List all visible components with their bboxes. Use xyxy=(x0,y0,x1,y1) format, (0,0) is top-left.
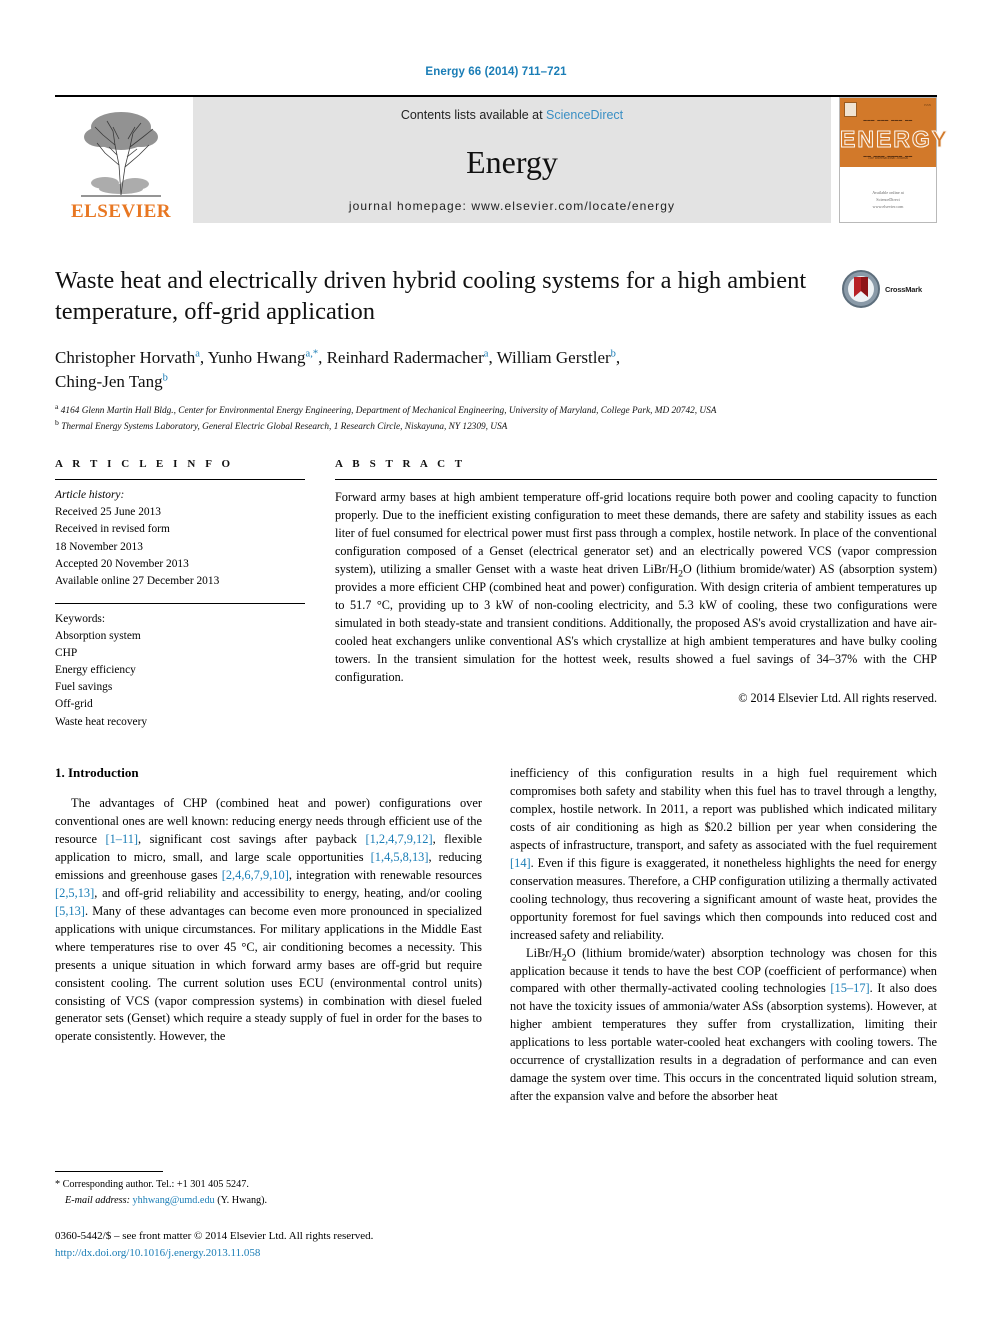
cover-tagline: The International Journal xyxy=(867,155,909,161)
right-text-b: . Even if this figure is exaggerated, it… xyxy=(510,855,937,942)
citation-ref[interactable]: [1,4,5,8,13] xyxy=(371,850,429,864)
keyword-item: Waste heat recovery xyxy=(55,715,148,728)
doi-link[interactable]: http://dx.doi.org/10.1016/j.energy.2013.… xyxy=(55,1245,475,1262)
contents-prefix: Contents lists available at xyxy=(400,108,547,122)
keyword-item: Absorption system xyxy=(55,630,141,643)
right2-text-a: LiBr/H xyxy=(526,945,562,960)
author-mark: a xyxy=(195,348,200,360)
intro-text-f: , and off-grid reliability and accessibi… xyxy=(94,885,482,900)
crossmark-badge[interactable]: CrossMark xyxy=(841,265,937,328)
keyword-item: Energy efficiency xyxy=(55,664,136,677)
intro-text-e: , integration with renewable resources xyxy=(288,867,483,882)
title-and-authors: Waste heat and electrically driven hybri… xyxy=(55,265,841,328)
title-block: Waste heat and electrically driven hybri… xyxy=(55,265,937,328)
journal-band: Contents lists available at ScienceDirec… xyxy=(193,97,831,223)
info-abstract-section: A R T I C L E I N F O Article history: R… xyxy=(55,458,937,730)
keyword-item: Fuel savings xyxy=(55,681,113,694)
cover-bottom-panel: Available online at ScienceDirect www.else… xyxy=(840,167,936,222)
journal-homepage[interactable]: journal homepage: www.elsevier.com/locat… xyxy=(349,199,675,213)
elsevier-logo: ELSEVIER xyxy=(55,97,187,223)
abstract-text: Forward army bases at high ambient tempe… xyxy=(335,480,937,686)
history-item: Available online 27 December 2013 xyxy=(55,574,220,587)
affiliation-b-text: Thermal Energy Systems Laboratory, Gener… xyxy=(61,422,508,433)
affiliation-mark-a: a xyxy=(55,401,59,411)
intro-paragraph-left: The advantages of CHP (combined heat and… xyxy=(55,795,482,1047)
intro-text-b: , significant cost savings after payback xyxy=(138,831,366,846)
history-item: Received 25 June 2013 xyxy=(55,506,161,519)
corresponding-line: * Corresponding author. Tel.: +1 301 405… xyxy=(55,1177,475,1192)
cover-top-panel: ISSN ▬▬▬ ▬▬▬ ▬▬▬ ▬▬ ENERGY ▬▬ ▬▬▬ ▬▬▬▬ ▬… xyxy=(840,98,950,168)
page-footer: * Corresponding author. Tel.: +1 301 405… xyxy=(55,1171,475,1261)
history-item: Received in revised form xyxy=(55,523,170,536)
issn-copyright-block: 0360-5442/$ – see front matter © 2014 El… xyxy=(55,1228,475,1261)
article-history-label: Article history: xyxy=(55,489,125,502)
sciencedirect-link[interactable]: ScienceDirect xyxy=(546,108,623,122)
page-title: Waste heat and electrically driven hybri… xyxy=(55,267,807,326)
journal-cover-thumbnail: ISSN ▬▬▬ ▬▬▬ ▬▬▬ ▬▬ ENERGY ▬▬ ▬▬▬ ▬▬▬▬ ▬… xyxy=(839,97,950,223)
abstract-part-2: O (lithium bromide/water) AS (absorption… xyxy=(335,562,938,684)
right2-text-c: . It also does not have the toxicity iss… xyxy=(510,981,937,1104)
citation-ref[interactable]: [1–11] xyxy=(105,832,138,846)
affiliation-mark-b: b xyxy=(55,418,59,428)
author-mark: a xyxy=(483,348,489,360)
citation-ref[interactable]: [1,2,4,7,9,12] xyxy=(365,832,432,846)
citation-ref[interactable]: [15–17] xyxy=(830,981,869,995)
keyword-item: Off-grid xyxy=(55,698,93,711)
author-mark: b xyxy=(162,372,168,384)
author-mark: a,* xyxy=(305,348,319,360)
paper-page: Energy 66 (2014) 711–721 ELSEVIER Conten… xyxy=(0,0,992,1323)
cover-issue-mini-text: ISSN xyxy=(924,103,931,107)
email-link[interactable]: yhhwang@umd.edu xyxy=(133,1195,215,1206)
corresponding-author-note: * Corresponding author. Tel.: +1 301 405… xyxy=(55,1177,475,1208)
article-info-column: A R T I C L E I N F O Article history: R… xyxy=(55,458,305,730)
history-item: Accepted 20 November 2013 xyxy=(55,557,189,570)
crossmark-icon xyxy=(842,270,880,308)
abstract-heading: A B S T R A C T xyxy=(335,458,466,471)
abstract-column: A B S T R A C T Forward army bases at hi… xyxy=(335,458,937,730)
footnote-rule xyxy=(55,1171,163,1173)
intro-paragraph-right-2: LiBr/H2O (lithium bromide/water) absorpt… xyxy=(510,945,937,1107)
body-column-left: 1. Introduction The advantages of CHP (c… xyxy=(55,765,482,1107)
cover-corner-mark xyxy=(844,102,857,117)
contents-available-line: Contents lists available at ScienceDirec… xyxy=(401,108,623,122)
journal-masthead: ELSEVIER Contents lists available at Sci… xyxy=(55,95,950,223)
author-list: Christopher Horvatha, Yunho Hwanga,*, Re… xyxy=(55,347,621,392)
cover-energy-wordmark: ENERGY xyxy=(840,126,950,153)
affiliation-b: b Thermal Energy Systems Laboratory, Gen… xyxy=(55,418,937,434)
intro-text-g: . Many of these advantages can become ev… xyxy=(55,903,482,1044)
email-label: E-mail address: xyxy=(65,1194,130,1206)
body-column-right: inefficiency of this configuration resul… xyxy=(510,765,937,1107)
crossmark-label: CrossMark xyxy=(885,285,922,294)
body-columns: 1. Introduction The advantages of CHP (c… xyxy=(55,765,937,1107)
keyword-item: CHP xyxy=(55,647,78,660)
section-heading-introduction: 1. Introduction xyxy=(55,764,139,780)
cover-publisher-text: Available online at ScienceDirect www.else… xyxy=(872,189,904,209)
citation-ref[interactable]: [5,13] xyxy=(55,904,85,918)
keywords-block: Keywords: Absorption system CHP Energy e… xyxy=(55,604,305,731)
affiliation-a-text: 4164 Glenn Martin Hall Bldg., Center for… xyxy=(60,406,717,416)
history-item: 18 November 2013 xyxy=(55,540,143,553)
running-head: Energy 66 (2014) 711–721 xyxy=(425,66,567,78)
abstract-copyright: © 2014 Elsevier Ltd. All rights reserved… xyxy=(738,690,937,705)
affiliation-a: a 4164 Glenn Martin Hall Bldg., Center f… xyxy=(55,401,937,418)
elsevier-tree-icon xyxy=(81,112,161,197)
article-history: Article history: Received 25 June 2013 R… xyxy=(55,480,305,590)
intro-paragraph-right-1: inefficiency of this configuration resul… xyxy=(510,765,937,945)
issn-line: 0360-5442/$ – see front matter © 2014 El… xyxy=(55,1230,374,1242)
journal-title: Energy xyxy=(466,143,558,180)
keywords-label: Keywords: xyxy=(55,612,105,625)
author-mark: b xyxy=(610,348,616,360)
cover-row-top: ▬▬▬ ▬▬▬ ▬▬▬ ▬▬ xyxy=(863,118,913,122)
right-text-a: inefficiency of this configuration resul… xyxy=(510,765,937,852)
email-suffix: (Y. Hwang). xyxy=(217,1194,268,1206)
citation-ref[interactable]: [2,4,6,7,9,10] xyxy=(222,868,289,882)
citation-ref[interactable]: [2,5,13] xyxy=(55,886,94,900)
elsevier-wordmark: ELSEVIER xyxy=(70,201,172,222)
corresponding-text: Corresponding author. Tel.: +1 301 405 5… xyxy=(60,1179,249,1191)
citation-ref[interactable]: [14] xyxy=(510,856,531,870)
email-line: E-mail address: yhhwang@umd.edu (Y. Hwan… xyxy=(55,1193,475,1208)
article-info-heading: A R T I C L E I N F O xyxy=(55,458,234,471)
